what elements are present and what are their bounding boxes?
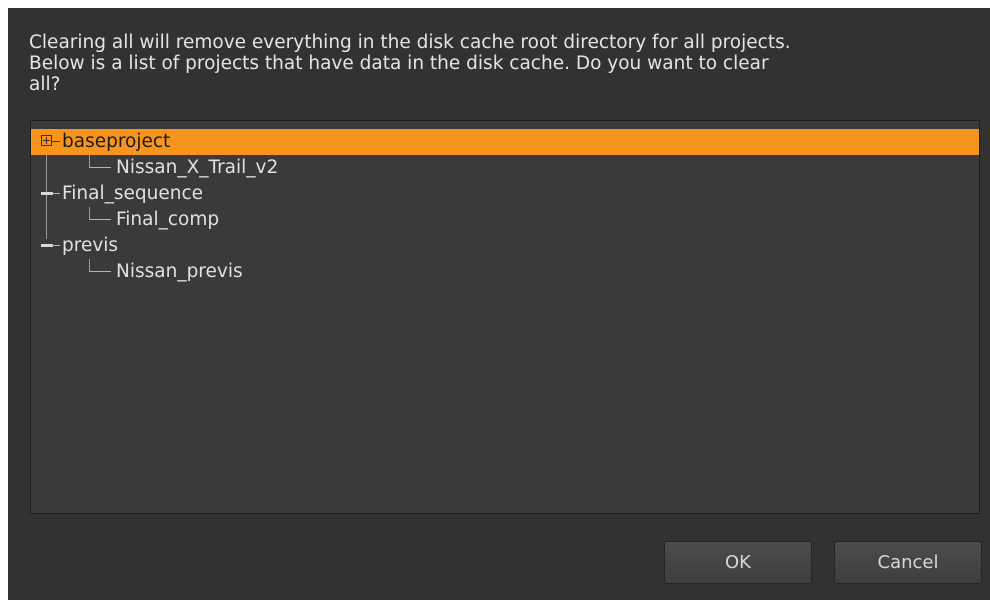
clear-disk-cache-dialog: Clearing all will remove everything in t…: [8, 8, 990, 600]
expand-icon[interactable]: [41, 135, 52, 146]
tree-connector: [89, 271, 111, 272]
child-label: Nissan_previs: [116, 261, 243, 282]
child-label: Nissan_X_Trail_v2: [116, 157, 279, 178]
tree-connector: [89, 219, 111, 220]
project-label: previs: [62, 235, 119, 256]
project-label: baseproject: [62, 131, 171, 152]
tree-connector: [89, 167, 111, 168]
ok-button[interactable]: OK: [664, 541, 812, 584]
dialog-message: Clearing all will remove everything in t…: [29, 32, 791, 95]
child-label: Final_comp: [116, 209, 220, 230]
tree-item-child[interactable]: Nissan_previs: [31, 259, 979, 285]
cancel-button[interactable]: Cancel: [834, 541, 982, 584]
tree-item-project[interactable]: baseproject: [31, 129, 979, 155]
tree-item-project[interactable]: Final_sequence: [31, 181, 979, 207]
project-tree[interactable]: baseproject Nissan_X_Trail_v2 Final_sequ…: [30, 120, 980, 514]
tree-connector: [52, 193, 60, 194]
project-label: Final_sequence: [62, 183, 204, 204]
tree-item-child[interactable]: Final_comp: [31, 207, 979, 233]
tree-connector: [52, 245, 60, 246]
tree-item-child[interactable]: Nissan_X_Trail_v2: [31, 155, 979, 181]
tree-connector: [52, 141, 60, 142]
tree-item-project[interactable]: previs: [31, 233, 979, 259]
